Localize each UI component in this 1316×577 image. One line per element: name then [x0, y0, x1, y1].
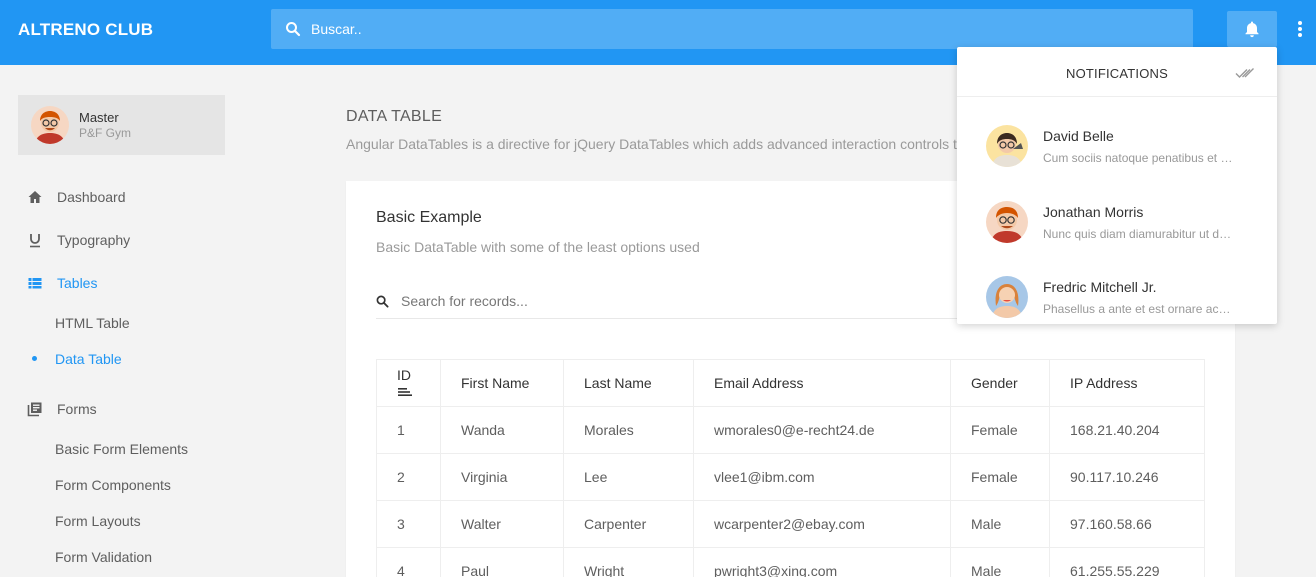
sidebar-item-label: Dashboard: [57, 189, 126, 205]
sidebar-subitem-form-components[interactable]: Form Components: [55, 477, 171, 493]
cell-last-name: Carpenter: [563, 500, 694, 548]
cell-first-name: Virginia: [440, 453, 564, 501]
brand-logo[interactable]: ALTRENO CLUB: [18, 20, 153, 40]
bell-icon: [1245, 21, 1259, 38]
search-icon: [286, 22, 301, 37]
cell-email: vlee1@ibm.com: [693, 453, 951, 501]
cell-gender: Male: [950, 547, 1050, 577]
notification-message: Nunc quis diam diamurabitur ut dui velit: [1043, 227, 1233, 241]
page-title: DATA TABLE: [346, 108, 443, 125]
table-icon: [28, 278, 42, 289]
notifications-title: NOTIFICATIONS: [1065, 66, 1169, 81]
notification-sender: Fredric Mitchell Jr.: [1043, 279, 1157, 295]
column-header-last-name[interactable]: Last Name: [563, 359, 694, 407]
home-icon: [28, 191, 42, 203]
cell-email: pwright3@xing.com: [693, 547, 951, 577]
column-header-gender[interactable]: Gender: [950, 359, 1050, 407]
sidebar-item-forms[interactable]: Forms: [18, 394, 228, 424]
cell-ip: 61.255.55.229: [1049, 547, 1205, 577]
notification-item[interactable]: Jonathan Morris Nunc quis diam diamurabi…: [957, 185, 1277, 260]
underline-icon: [30, 234, 40, 248]
sidebar-subitem-form-layouts[interactable]: Form Layouts: [55, 513, 141, 529]
column-header-first-name[interactable]: First Name: [440, 359, 564, 407]
cell-email: wmorales0@e-recht24.de: [693, 406, 951, 454]
cell-email: wcarpenter2@ebay.com: [693, 500, 951, 548]
sidebar-subitem-html-table[interactable]: HTML Table: [55, 315, 130, 331]
sidebar-item-typography[interactable]: Typography: [18, 225, 228, 255]
cell-id: 2: [376, 453, 441, 501]
column-header-id[interactable]: ID: [376, 359, 441, 407]
notification-sender: David Belle: [1043, 128, 1114, 144]
cell-last-name: Morales: [563, 406, 694, 454]
cell-ip: 90.117.10.246: [1049, 453, 1205, 501]
sidebar-subitem-data-table[interactable]: Data Table: [55, 351, 122, 367]
cell-id: 3: [376, 500, 441, 548]
sort-icon[interactable]: [398, 387, 412, 397]
table-row[interactable]: 4 Paul Wright pwright3@xing.com Male 61.…: [376, 547, 1205, 577]
search-icon: [376, 295, 389, 308]
avatar: [986, 201, 1028, 243]
notification-message: Cum sociis natoque penatibus et magnis d…: [1043, 151, 1233, 165]
notifications-header: NOTIFICATIONS: [957, 47, 1277, 97]
table-header-row: ID First Name Last Name Email Address Ge…: [376, 359, 1205, 407]
notification-item[interactable]: Fredric Mitchell Jr. Phasellus a ante et…: [957, 260, 1277, 335]
notification-sender: Jonathan Morris: [1043, 204, 1144, 220]
notification-message: Phasellus a ante et est ornare accumsan: [1043, 302, 1233, 316]
cell-last-name: Lee: [563, 453, 694, 501]
cell-last-name: Wright: [563, 547, 694, 577]
column-header-ip[interactable]: IP Address: [1049, 359, 1205, 407]
cell-id: 4: [376, 547, 441, 577]
cell-first-name: Walter: [440, 500, 564, 548]
page-description: Angular DataTables is a directive for jQ…: [346, 136, 966, 152]
table-row[interactable]: 1 Wanda Morales wmorales0@e-recht24.de F…: [376, 406, 1205, 454]
cell-gender: Female: [950, 453, 1050, 501]
more-options-button[interactable]: [1293, 14, 1309, 44]
user-profile[interactable]: Master P&F Gym: [18, 95, 225, 155]
cell-gender: Female: [950, 406, 1050, 454]
forms-icon: [27, 402, 42, 417]
data-table: ID First Name Last Name Email Address Ge…: [376, 359, 1205, 577]
profile-name: Master: [79, 110, 119, 125]
table-row[interactable]: 3 Walter Carpenter wcarpenter2@ebay.com …: [376, 500, 1205, 548]
sidebar-subitem-form-validation[interactable]: Form Validation: [55, 549, 152, 565]
sidebar-item-label: Tables: [57, 275, 98, 291]
cell-gender: Male: [950, 500, 1050, 548]
global-search-input[interactable]: Buscar..: [311, 21, 362, 37]
avatar: [986, 125, 1028, 167]
cell-ip: 168.21.40.204: [1049, 406, 1205, 454]
cell-id: 1: [376, 406, 441, 454]
cell-first-name: Wanda: [440, 406, 564, 454]
sidebar-item-label: Forms: [57, 401, 97, 417]
cell-first-name: Paul: [440, 547, 564, 577]
avatar: [31, 106, 69, 144]
more-vertical-icon: [1298, 21, 1302, 37]
notifications-button[interactable]: [1227, 11, 1277, 47]
sidebar-item-dashboard[interactable]: Dashboard: [18, 182, 228, 212]
notification-item[interactable]: David Belle Cum sociis natoque penatibus…: [957, 109, 1277, 184]
sidebar-subitem-basic-form-elements[interactable]: Basic Form Elements: [55, 441, 188, 457]
card-title: Basic Example: [376, 209, 482, 226]
mark-all-read-icon[interactable]: [1235, 67, 1257, 79]
avatar: [986, 276, 1028, 318]
active-indicator-dot: [32, 356, 37, 361]
column-header-email[interactable]: Email Address: [693, 359, 951, 407]
profile-subtitle: P&F Gym: [79, 126, 132, 140]
global-search[interactable]: Buscar..: [271, 9, 1193, 49]
sidebar-item-label: Typography: [57, 232, 131, 248]
records-search-input[interactable]: Search for records...: [401, 293, 528, 309]
cell-ip: 97.160.58.66: [1049, 500, 1205, 548]
notifications-dropdown: NOTIFICATIONS David Belle Cum sociis nat…: [957, 47, 1277, 324]
sidebar-item-tables[interactable]: Tables: [18, 268, 228, 298]
card-description: Basic DataTable with some of the least o…: [376, 239, 700, 255]
table-row[interactable]: 2 Virginia Lee vlee1@ibm.com Female 90.1…: [376, 453, 1205, 501]
